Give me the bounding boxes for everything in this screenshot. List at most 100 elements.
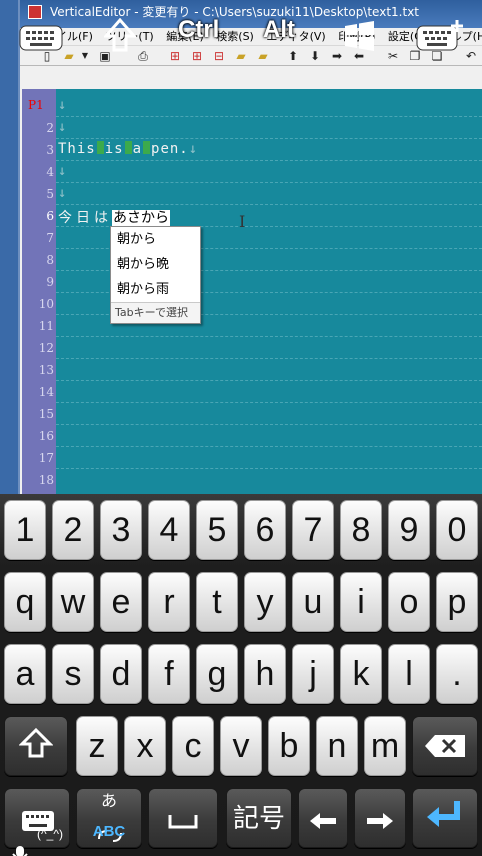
key-r[interactable]: r [148,572,190,632]
key-period[interactable]: . [436,644,478,704]
line-number: 2 [46,121,54,135]
key-4[interactable]: 4 [148,500,190,560]
key-v[interactable]: v [220,716,262,776]
keyboard-toggle-icon[interactable] [18,22,64,61]
ime-candidate-item[interactable]: 朝から [111,227,200,252]
input-mode-key[interactable]: あ ABC [76,788,142,848]
key-o[interactable]: o [388,572,430,632]
key-w[interactable]: w [52,572,94,632]
key-n[interactable]: n [316,716,358,776]
line-rule [56,380,482,381]
key-d[interactable]: d [100,644,142,704]
windows-key-icon[interactable] [341,20,377,59]
key-f[interactable]: f [148,644,190,704]
arrow-up-icon[interactable]: ⬆ [286,49,300,63]
editor-line-3: This is a pen.↓ [58,141,198,157]
key-g[interactable]: g [196,644,238,704]
backspace-key[interactable] [412,716,478,776]
line-number: 18 [38,473,54,487]
toolbar: ▯ ▰ ▼ ▣ ⎙ ⊞ ⊞ ⊟ ▰ ▰ ⬆ ⬇ ➡ ⬅ ✂ ❐ ❏ ↶ [20,46,482,66]
key-t[interactable]: t [196,572,238,632]
key-9[interactable]: 9 [388,500,430,560]
line-rule [56,138,482,139]
text-editor[interactable]: P1 2 3 4 5 6 7 8 9 10 11 12 13 14 15 16 … [22,89,482,494]
word: pen. [151,141,189,157]
key-2[interactable]: 2 [52,500,94,560]
line-number: 3 [46,143,54,157]
word: is [104,141,124,157]
tree-child-icon[interactable]: ⊞ [190,49,204,63]
key-z[interactable]: z [76,716,118,776]
key-1[interactable]: 1 [4,500,46,560]
ibeam-cursor-icon: I [239,212,246,231]
key-p[interactable]: p [436,572,478,632]
key-7[interactable]: 7 [292,500,334,560]
window-titlebar[interactable]: VerticalEditor - 変更有り - C:\Users\suzuki1… [20,0,482,28]
symbol-key[interactable]: 記号 [226,788,292,848]
space-key[interactable] [148,788,218,848]
newline-mark: ↓ [188,141,199,157]
key-s[interactable]: s [52,644,94,704]
remote-desktop-view[interactable]: VerticalEditor - 変更有り - C:\Users\suzuki1… [0,0,482,494]
key-3[interactable]: 3 [100,500,142,560]
folder-icon[interactable]: ▰ [256,49,270,63]
newline-mark: ↓ [58,119,68,135]
key-l[interactable]: l [388,644,430,704]
newline-mark: ↓ [58,97,68,113]
key-h[interactable]: h [244,644,286,704]
line-number: 15 [38,407,54,421]
cut-icon[interactable]: ✂ [386,49,400,63]
line-rule [56,204,482,205]
ime-candidate-item[interactable]: 朝から晩 [111,252,200,277]
key-8[interactable]: 8 [340,500,382,560]
enter-key[interactable] [412,788,478,848]
key-j[interactable]: j [292,644,334,704]
key-y[interactable]: y [244,572,286,632]
shift-key[interactable] [4,716,68,776]
cursor-left-key[interactable] [298,788,348,848]
key-m[interactable]: m [364,716,406,776]
settings-emoji-key[interactable]: (^_^) [4,788,70,856]
emoticon-label: (^_^) [37,827,63,841]
arrow-left-icon [308,791,338,849]
key-x[interactable]: x [124,716,166,776]
ime-candidate-item[interactable]: 朝から雨 [111,277,200,302]
folder-open-icon[interactable]: ▰ [234,49,248,63]
print-icon[interactable]: ⎙ [136,49,150,63]
line-rule [56,358,482,359]
tree-node-icon[interactable]: ⊞ [168,49,182,63]
line-rule [56,468,482,469]
key-k[interactable]: k [340,644,382,704]
undo-icon[interactable]: ↶ [464,49,478,63]
menu-search[interactable]: 検索(S) [216,30,254,43]
line-rule [56,182,482,183]
key-a[interactable]: a [4,644,46,704]
line-number: 12 [38,341,54,355]
key-u[interactable]: u [292,572,334,632]
key-c[interactable]: c [172,716,214,776]
key-5[interactable]: 5 [196,500,238,560]
open-folder-icon[interactable]: ▰ [62,49,76,63]
space-bar-icon [167,791,199,849]
key-q[interactable]: q [4,572,46,632]
alt-key[interactable]: Alt [263,16,295,44]
cursor-right-key[interactable] [354,788,406,848]
newline-mark: ↓ [58,163,68,179]
arrow-down-icon[interactable]: ⬇ [308,49,322,63]
key-e[interactable]: e [100,572,142,632]
app-icon [28,5,42,19]
key-0[interactable]: 0 [436,500,478,560]
microphone-icon [9,823,31,856]
key-b[interactable]: b [268,716,310,776]
keyboard-add-icon[interactable] [415,18,465,61]
key-6[interactable]: 6 [244,500,286,560]
window-title: VerticalEditor - 変更有り - C:\Users\suzuki1… [50,5,419,19]
ctrl-key[interactable]: Ctrl [178,16,219,44]
ime-hint: Tabキーで選択 [111,302,200,323]
tree-sibling-icon[interactable]: ⊟ [212,49,226,63]
shift-key-icon[interactable] [102,17,138,59]
dropdown-arrow-icon[interactable]: ▼ [78,49,92,63]
shift-arrow-icon [18,719,54,777]
line-number: 14 [38,385,54,399]
key-i[interactable]: i [340,572,382,632]
